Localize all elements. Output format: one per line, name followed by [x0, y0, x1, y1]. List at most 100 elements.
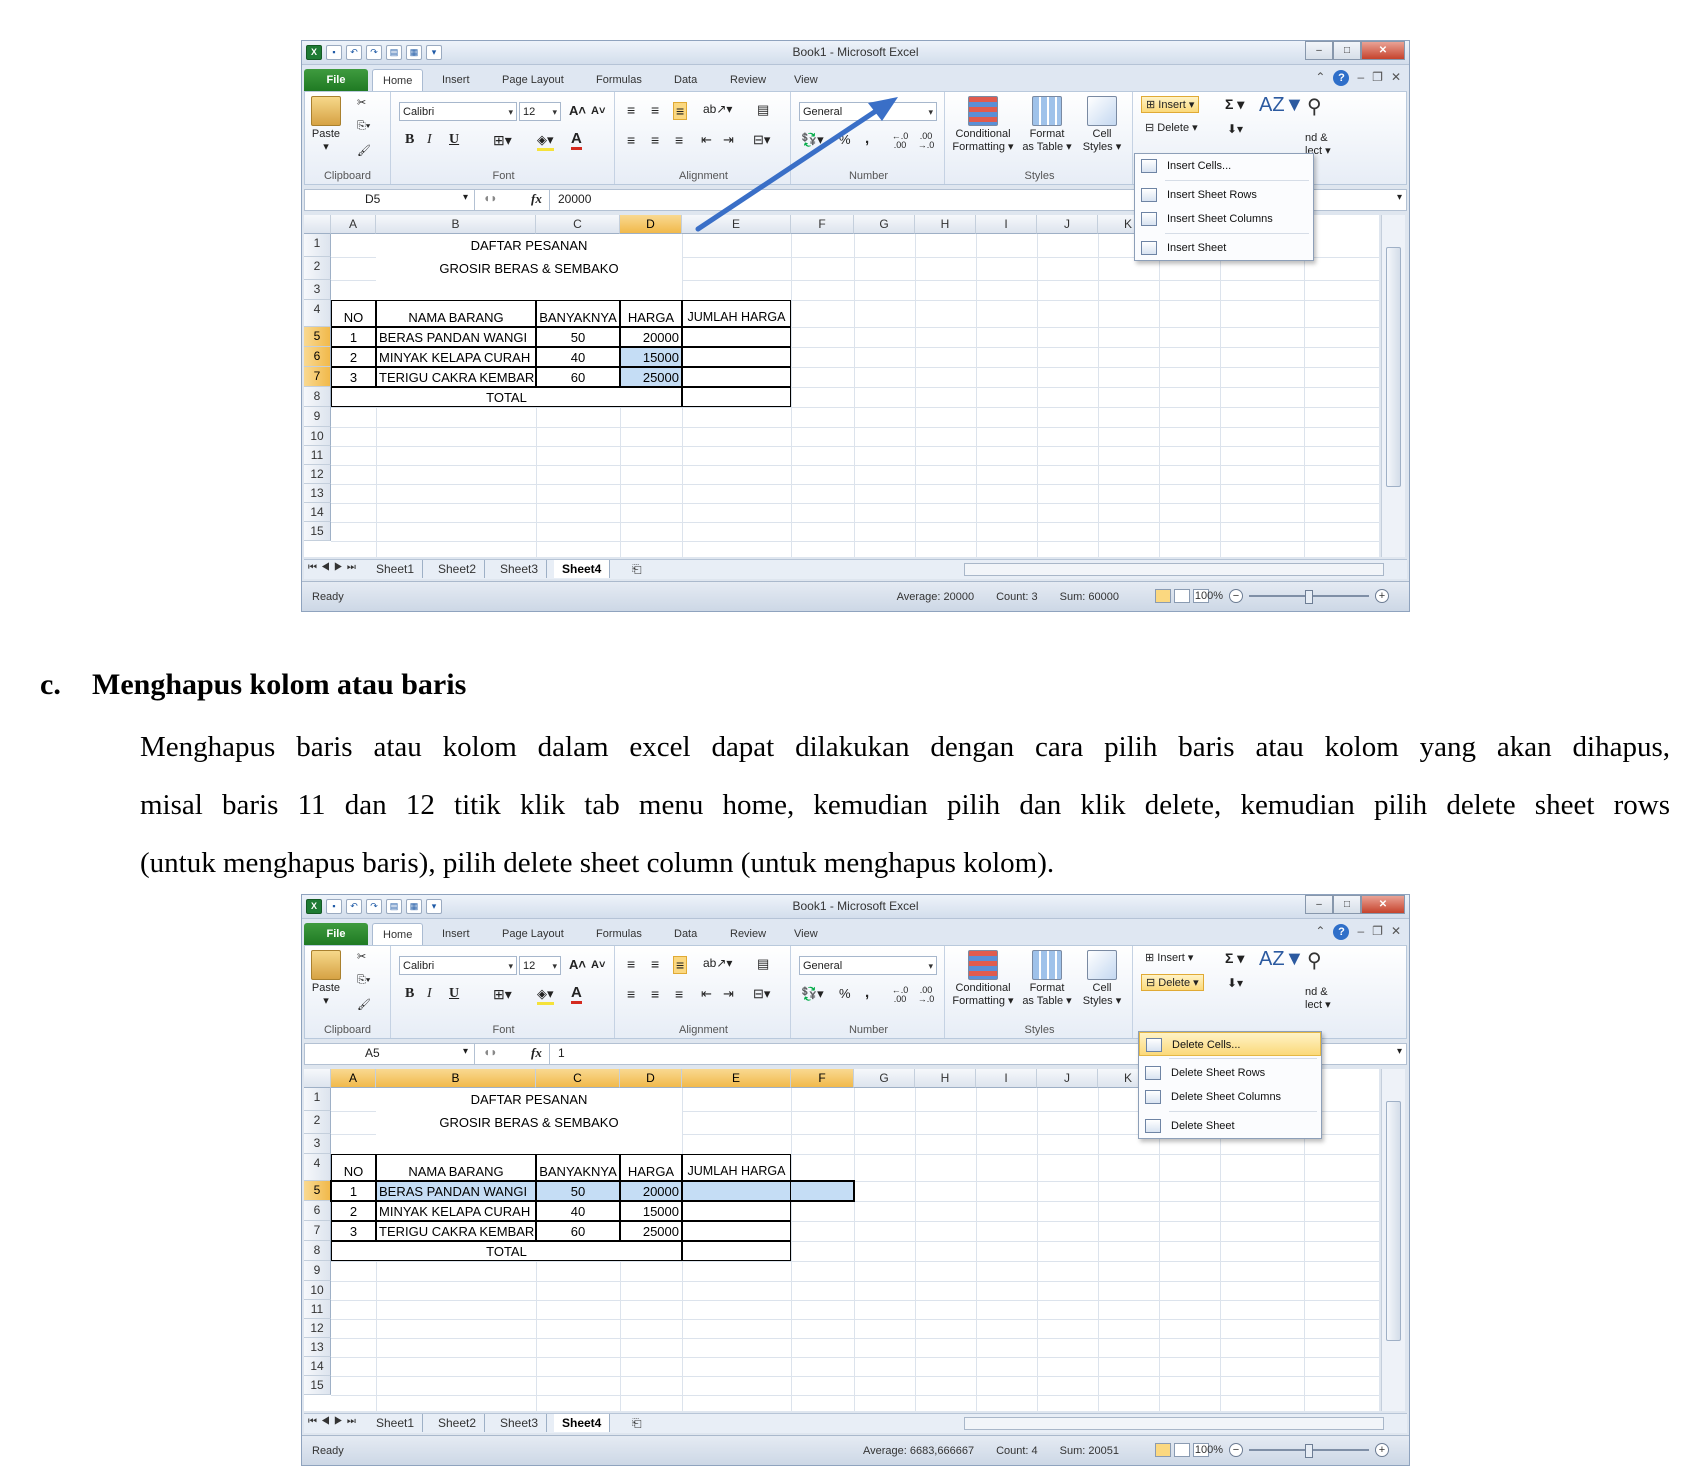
wrap-text-icon[interactable]: ▤: [757, 956, 769, 972]
table-header-cell[interactable]: BANYAKNYA: [536, 300, 620, 327]
column-header-i[interactable]: I: [976, 1069, 1037, 1088]
sheet-title-2[interactable]: GROSIR BERAS & SEMBAKO: [376, 1111, 682, 1134]
worksheet-grid[interactable]: ABCDEFGHIJKLM123456789101112131415DAFTAR…: [304, 215, 1379, 557]
row-header-11[interactable]: 11: [304, 446, 331, 465]
align-center-icon[interactable]: ≡: [651, 986, 659, 1002]
table-cell[interactable]: 20000: [620, 1181, 682, 1201]
accounting-format-icon[interactable]: 💱▾: [801, 132, 824, 148]
align-right-icon[interactable]: ≡: [675, 132, 683, 148]
table-cell[interactable]: 20000: [620, 327, 682, 347]
page-layout-view-icon[interactable]: [1174, 589, 1190, 603]
align-top-icon[interactable]: ≡: [627, 102, 635, 118]
increase-decimal-button[interactable]: ←.0 .00: [889, 986, 911, 1004]
increase-indent-icon[interactable]: ⇥: [723, 132, 734, 148]
row-header-11[interactable]: 11: [304, 1300, 331, 1319]
orientation-icon[interactable]: ab↗▾: [703, 102, 732, 116]
delete-cells-item[interactable]: Delete Cells...: [1139, 1032, 1321, 1056]
percent-button[interactable]: %: [839, 986, 851, 1001]
minimize-ribbon-icon[interactable]: ⌃: [1315, 70, 1325, 86]
insert-sheet-rows-item[interactable]: Insert Sheet Rows: [1135, 183, 1313, 207]
column-header-h[interactable]: H: [915, 215, 976, 234]
doc-minimize-icon[interactable]: –: [1357, 70, 1364, 86]
formula-bar-expander-icon[interactable]: ◖◗: [483, 1045, 498, 1059]
selected-cell-f5[interactable]: [791, 1181, 854, 1201]
minimize-ribbon-icon[interactable]: ⌃: [1315, 924, 1325, 940]
column-header-g[interactable]: G: [854, 1069, 915, 1088]
bold-button[interactable]: B: [405, 132, 414, 148]
zoom-out-icon[interactable]: −: [1229, 589, 1243, 603]
table-cell-jumlah[interactable]: [682, 347, 791, 367]
row-header-5[interactable]: 5: [304, 1181, 331, 1201]
insert-sheet-icon[interactable]: ⎗: [624, 560, 650, 578]
tab-view[interactable]: View: [784, 923, 828, 945]
normal-view-icon[interactable]: [1155, 589, 1171, 603]
total-label[interactable]: TOTAL: [331, 1241, 682, 1261]
tab-sheet3[interactable]: Sheet3: [492, 1414, 548, 1432]
table-header-cell[interactable]: NAMA BARANG: [376, 300, 536, 327]
cell-styles-button[interactable]: Cell Styles ▾: [1077, 950, 1127, 1007]
tab-insert[interactable]: Insert: [432, 923, 480, 945]
shrink-font-button[interactable]: A˅: [591, 105, 605, 117]
table-cell[interactable]: 1: [331, 1181, 376, 1201]
table-cell[interactable]: 60: [536, 367, 620, 387]
table-cell[interactable]: 40: [536, 1201, 620, 1221]
conditional-formatting-button[interactable]: Conditional Formatting ▾: [949, 950, 1017, 1007]
align-center-icon[interactable]: ≡: [651, 132, 659, 148]
tab-sheet3[interactable]: Sheet3: [492, 560, 548, 578]
doc-restore-icon[interactable]: ❐: [1372, 70, 1383, 86]
sheet-title-2[interactable]: GROSIR BERAS & SEMBAKO: [376, 257, 682, 280]
decrease-decimal-button[interactable]: .00 →.0: [915, 132, 937, 150]
doc-close-icon[interactable]: ✕: [1391, 924, 1401, 940]
row-header-2[interactable]: 2: [304, 1111, 331, 1134]
delete-button[interactable]: ⊟ Delete ▾: [1141, 974, 1204, 991]
delete-button[interactable]: ⊟ Delete ▾: [1141, 120, 1202, 135]
table-cell[interactable]: 2: [331, 347, 376, 367]
horizontal-scrollbar[interactable]: [964, 1417, 1384, 1430]
row-header-4[interactable]: 4: [304, 300, 331, 327]
find-select-icon[interactable]: ⚲: [1307, 94, 1322, 119]
align-left-icon[interactable]: ≡: [627, 986, 635, 1002]
row-header-7[interactable]: 7: [304, 367, 331, 387]
insert-function-icon[interactable]: fx: [531, 1045, 542, 1061]
tab-view[interactable]: View: [784, 69, 828, 91]
column-header-g[interactable]: G: [854, 215, 915, 234]
minimize-icon[interactable]: –: [1305, 895, 1333, 914]
find-select-icon[interactable]: ⚲: [1307, 948, 1322, 973]
align-left-icon[interactable]: ≡: [627, 132, 635, 148]
tab-sheet2[interactable]: Sheet2: [430, 560, 486, 578]
column-header-a[interactable]: A: [331, 1069, 376, 1088]
decrease-decimal-button[interactable]: .00 →.0: [915, 986, 937, 1004]
total-label[interactable]: TOTAL: [331, 387, 682, 407]
maximize-icon[interactable]: □: [1333, 895, 1361, 914]
row-header-14[interactable]: 14: [304, 1357, 331, 1376]
fill-color-icon[interactable]: ◈▾: [537, 986, 554, 1005]
table-cell[interactable]: BERAS PANDAN WANGI: [376, 327, 536, 347]
table-cell[interactable]: 15000: [620, 1201, 682, 1221]
sheet-nav-icon[interactable]: ⏮◀▶⏭: [308, 1416, 360, 1427]
italic-button[interactable]: I: [427, 132, 432, 148]
column-header-a[interactable]: A: [331, 215, 376, 234]
font-color-button[interactable]: A: [571, 130, 582, 150]
column-header-c[interactable]: C: [536, 1069, 620, 1088]
column-header-b[interactable]: B: [376, 215, 536, 234]
table-cell-jumlah[interactable]: [682, 327, 791, 347]
decrease-indent-icon[interactable]: ⇤: [701, 986, 712, 1002]
decrease-indent-icon[interactable]: ⇤: [701, 132, 712, 148]
blank-row[interactable]: [376, 280, 682, 300]
column-header-f[interactable]: F: [791, 215, 854, 234]
paste-button[interactable]: Paste ▾: [311, 96, 341, 153]
font-name-select[interactable]: Calibri: [399, 102, 517, 121]
tab-sheet4[interactable]: Sheet4: [554, 1414, 611, 1432]
close-icon[interactable]: ✕: [1361, 41, 1405, 60]
row-header-12[interactable]: 12: [304, 465, 331, 484]
formula-input[interactable]: 1: [549, 1044, 573, 1064]
paste-button[interactable]: Paste ▾: [311, 950, 341, 1007]
doc-restore-icon[interactable]: ❐: [1372, 924, 1383, 940]
align-bottom-icon[interactable]: ≡: [673, 956, 688, 974]
tab-review[interactable]: Review: [720, 69, 776, 91]
name-box[interactable]: A5: [305, 1044, 475, 1064]
vertical-scrollbar[interactable]: [1381, 1069, 1405, 1411]
sheet-nav-icon[interactable]: ⏮◀▶⏭: [308, 562, 360, 573]
row-header-4[interactable]: 4: [304, 1154, 331, 1181]
expand-formula-bar-icon[interactable]: ▾: [1397, 192, 1402, 203]
